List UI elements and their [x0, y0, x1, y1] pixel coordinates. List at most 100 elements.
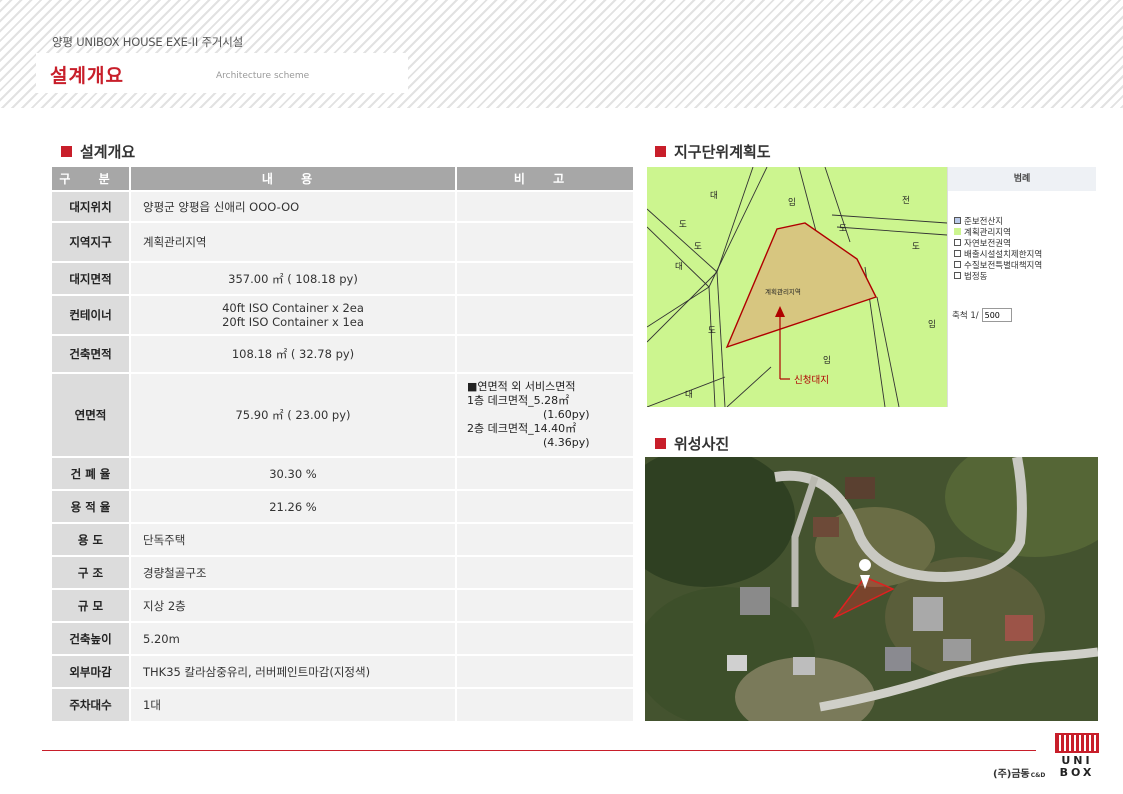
- map-label: 도: [912, 242, 920, 252]
- row-note: [456, 221, 633, 262]
- row-note: [456, 687, 633, 721]
- row-value: 5.20m: [130, 621, 457, 655]
- header-remarks: 비 고: [456, 167, 633, 191]
- scale-row: 축척 1/: [952, 308, 1012, 322]
- legend-panel: 범례 준보전산지 계획관리지역 자연보전권역 배출시설설치제한지역 수질보전특별…: [947, 167, 1096, 407]
- row-label: 주차대수: [52, 687, 131, 721]
- row-label: 구 조: [52, 555, 131, 589]
- map-label: 임: [823, 355, 831, 366]
- satellite-drawing: [645, 457, 1098, 721]
- row-label: 연면적: [52, 372, 131, 457]
- table-row: 연면적 75.90 ㎡ ( 23.00 py) ■연면적 외 서비스면적 1층 …: [52, 372, 633, 457]
- bullet-square-icon: [655, 146, 666, 157]
- page-title-english: Architecture scheme: [216, 71, 310, 81]
- map-label: 전: [902, 195, 910, 206]
- legend-item[interactable]: 수질보전특별대책지역: [954, 259, 1096, 271]
- zoning-heading-text: 지구단위계획도: [674, 143, 771, 161]
- row-note: [456, 555, 633, 589]
- row-label: 외부마감: [52, 654, 131, 688]
- legend-item[interactable]: 계획관리지역: [954, 226, 1096, 238]
- row-note: [456, 190, 633, 222]
- map-label: 대: [710, 191, 718, 201]
- table-row: 컨테이너 40ft ISO Container x 2ea 20ft ISO C…: [52, 294, 633, 335]
- legend-checkbox-icon: [954, 272, 961, 279]
- company-name-text: (주)금동: [993, 769, 1030, 780]
- bullet-square-icon: [61, 146, 72, 157]
- table-header-row: 구 분 내 용 비 고: [52, 167, 633, 191]
- legend-list: 준보전산지 계획관리지역 자연보전권역 배출시설설치제한지역 수질보전특별대책지…: [954, 215, 1096, 282]
- legend-swatch-icon: [954, 217, 961, 224]
- row-note: [456, 261, 633, 295]
- row-value: 40ft ISO Container x 2ea 20ft ISO Contai…: [130, 294, 457, 335]
- row-label: 용 도: [52, 522, 131, 556]
- row-value: 75.90 ㎡ ( 23.00 py): [130, 372, 457, 457]
- row-note: [456, 654, 633, 688]
- row-note: ■연면적 외 서비스면적 1층 데크면적_5.28㎡ (1.60py) 2층 데…: [456, 372, 633, 457]
- header-content: 내 용: [130, 167, 457, 191]
- legend-checkbox-icon: [954, 239, 961, 246]
- logo-text-bottom: BOX: [1060, 766, 1095, 777]
- legend-title: 범례: [948, 167, 1096, 191]
- row-note: [456, 489, 633, 523]
- table-row: 외부마감 THK35 칼라삼중유리, 러버페인트마감(지정색): [52, 654, 633, 688]
- bullet-square-icon: [655, 438, 666, 449]
- legend-item[interactable]: 준보전산지: [954, 215, 1096, 227]
- note-line: 2층 데크면적_14.40㎡: [467, 422, 577, 435]
- table-row: 구 조 경량철골구조: [52, 555, 633, 589]
- row-label: 지역지구: [52, 221, 131, 262]
- row-value: 경량철골구조: [130, 555, 457, 589]
- legend-item[interactable]: 배출시설설치제한지역: [954, 248, 1096, 260]
- map-label: 임: [788, 197, 796, 208]
- row-label: 건축면적: [52, 334, 131, 373]
- table-row: 용 적 율 21.26 %: [52, 489, 633, 523]
- table-row: 지역지구 계획관리지역: [52, 221, 633, 262]
- row-value: 108.18 ㎡ ( 32.78 py): [130, 334, 457, 373]
- note-line: (4.36py): [543, 436, 590, 449]
- row-value: 계획관리지역: [130, 221, 457, 262]
- row-value: 21.26 %: [130, 489, 457, 523]
- table-row: 규 모 지상 2층: [52, 588, 633, 622]
- note-line: (1.60py): [543, 408, 590, 421]
- row-value: 양평군 양평읍 신애리 OOO-OO: [130, 190, 457, 222]
- company-name: (주)금동C&D: [993, 765, 1045, 780]
- map-label: 도: [694, 242, 702, 252]
- overview-heading: 설계개요: [61, 141, 135, 162]
- table-row: 대지위치 양평군 양평읍 신애리 OOO-OO: [52, 190, 633, 222]
- map-label: 도: [679, 220, 687, 230]
- note-line: 1층 데크면적_5.28㎡: [467, 394, 570, 407]
- row-note: [456, 334, 633, 373]
- legend-swatch-icon: [954, 228, 961, 235]
- scale-input[interactable]: [981, 308, 1012, 322]
- site-label: 신청대지: [794, 375, 829, 386]
- satellite-heading-text: 위성사진: [674, 435, 730, 453]
- map-label: 도: [839, 224, 847, 234]
- header-category: 구 분: [52, 167, 131, 191]
- legend-item[interactable]: 자연보전권역: [954, 237, 1096, 249]
- row-value: 지상 2층: [130, 588, 457, 622]
- scale-label: 축척 1/: [952, 311, 979, 321]
- legend-item[interactable]: 법정동: [954, 270, 1096, 282]
- map-label: 대: [675, 262, 683, 272]
- company-suffix: C&D: [1030, 772, 1046, 779]
- row-label: 대지면적: [52, 261, 131, 295]
- parcel-label: 계획관리지역: [765, 287, 801, 296]
- footer-rule: [42, 750, 1036, 751]
- container-line: 40ft ISO Container x 2ea: [222, 301, 364, 315]
- row-note: [456, 456, 633, 490]
- project-subtitle: 양평 UNIBOX HOUSE EXE-II 주거시설: [52, 35, 244, 49]
- legend-checkbox-icon: [954, 261, 961, 268]
- table-row: 건축면적 108.18 ㎡ ( 32.78 py): [52, 334, 633, 373]
- table-row: 건 폐 율 30.30 %: [52, 456, 633, 490]
- table-row: 용 도 단독주택: [52, 522, 633, 556]
- row-note: [456, 522, 633, 556]
- unibox-logo: UNI BOX: [1055, 733, 1099, 779]
- row-label: 건축높이: [52, 621, 131, 655]
- row-value: 단독주택: [130, 522, 457, 556]
- zoning-heading: 지구단위계획도: [655, 141, 771, 162]
- row-label: 컨테이너: [52, 294, 131, 335]
- page-title: 설계개요: [50, 65, 124, 87]
- row-value: 30.30 %: [130, 456, 457, 490]
- row-value: 1대: [130, 687, 457, 721]
- map-label: 임: [928, 319, 936, 330]
- row-value: THK35 칼라삼중유리, 러버페인트마감(지정색): [130, 654, 457, 688]
